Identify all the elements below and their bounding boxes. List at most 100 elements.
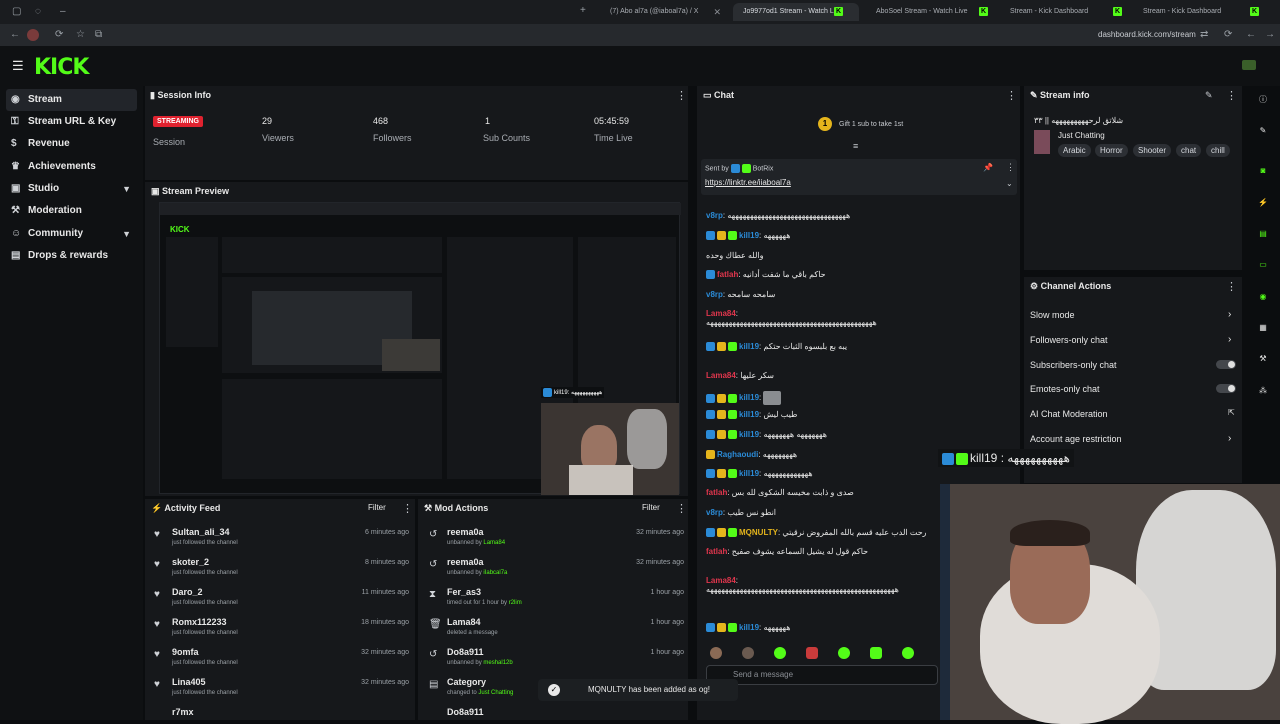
chat-user[interactable]: fatlah xyxy=(717,270,738,279)
mod-by-user[interactable]: r2lim xyxy=(509,600,522,606)
sidebar-item-revenue[interactable]: $ Revenue xyxy=(6,133,137,155)
mod-target-user[interactable]: Fer_as3 xyxy=(447,587,481,597)
mod-by-user[interactable]: iIabcal7a xyxy=(483,570,507,576)
more-options-icon[interactable]: ⋮ xyxy=(402,502,413,515)
mod-target-user[interactable]: Category xyxy=(447,677,486,687)
pinned-link[interactable]: https://linktr.ee/iiaboal7a xyxy=(705,178,791,187)
mod-by-user[interactable]: Lama84 xyxy=(483,540,505,546)
chat-user[interactable]: kill19 xyxy=(739,393,759,402)
layout-icon[interactable]: ▦ xyxy=(1256,321,1270,335)
tag-chip[interactable]: Shooter xyxy=(1133,144,1172,157)
sidebar-item-moderation[interactable]: ⚒ Moderation xyxy=(6,200,137,222)
chat-user[interactable]: kill19 xyxy=(739,469,759,478)
chevron-down-icon[interactable]: ⌄ xyxy=(1006,179,1013,188)
chat-user[interactable]: fatlah xyxy=(706,547,727,556)
extensions-icon[interactable]: ⧉ xyxy=(95,29,102,40)
filter-icon[interactable]: ≡ xyxy=(853,141,858,151)
followers-only-option[interactable]: Followers-only chat xyxy=(1030,335,1108,345)
broadcast-icon[interactable]: ◉ xyxy=(1256,290,1270,304)
mod-target-user[interactable]: Lama84 xyxy=(447,617,481,627)
chat-icon[interactable]: ▭ xyxy=(1256,258,1270,272)
more-options-icon[interactable]: ⋮ xyxy=(1006,162,1015,173)
feed-user[interactable]: 9omfa xyxy=(172,647,199,657)
more-options-icon[interactable]: ⋮ xyxy=(676,89,687,102)
browser-tab-4[interactable]: Stream - Kick Dashboard K xyxy=(1133,3,1263,21)
new-tab-icon[interactable]: + xyxy=(580,5,586,16)
mod-target-user[interactable]: Do8a911 xyxy=(447,707,484,717)
emote-icon[interactable] xyxy=(710,647,722,659)
user-avatar[interactable] xyxy=(1242,60,1256,70)
emote-icon[interactable] xyxy=(742,647,754,659)
chat-user[interactable]: Lama84 xyxy=(706,576,736,585)
feed-user[interactable]: r7mx xyxy=(172,707,194,717)
tag-chip[interactable]: chill xyxy=(1206,144,1230,157)
mod-by-user[interactable]: Just Chatting xyxy=(478,690,513,696)
more-options-icon[interactable]: ⋮ xyxy=(1226,280,1237,293)
tag-chip[interactable]: Arabic xyxy=(1058,144,1091,157)
chat-user[interactable]: kill19 xyxy=(739,342,759,351)
mod-target-user[interactable]: Do8a911 xyxy=(447,647,484,657)
mod-target-user[interactable]: reema0a xyxy=(447,557,484,567)
clipboard-icon[interactable]: ▤ xyxy=(1256,227,1270,241)
chat-input[interactable]: Send a message xyxy=(706,665,938,685)
more-options-icon[interactable]: ⋮ xyxy=(1006,89,1017,102)
chat-user[interactable]: kill19 xyxy=(739,410,759,419)
chat-user[interactable]: Raghaoudi xyxy=(717,450,758,459)
mod-filter-button[interactable]: Filter xyxy=(642,503,660,512)
back-arrow-icon[interactable]: ← xyxy=(1246,29,1256,40)
apps-icon[interactable]: ⁂ xyxy=(1256,384,1270,398)
emote-icon[interactable] xyxy=(902,647,914,659)
chat-user[interactable]: v8rp xyxy=(706,211,723,220)
pinned-user[interactable]: BotRix xyxy=(753,165,774,172)
activity-filter-button[interactable]: Filter xyxy=(368,503,386,512)
emotes-only-toggle[interactable] xyxy=(1216,384,1236,393)
browser-tab-0[interactable]: (7) Abo al7a (@iaboal7a) / X ✕ xyxy=(600,3,725,21)
bookmark-star-icon[interactable]: ☆ xyxy=(76,29,85,40)
chat-user[interactable]: kill19 xyxy=(739,231,759,240)
tag-chip[interactable]: chat xyxy=(1176,144,1202,157)
edit-icon[interactable]: ✎ xyxy=(1205,90,1213,101)
chat-user[interactable]: MQNULTY xyxy=(739,528,778,537)
sidebar-item-stream[interactable]: ◉ Stream xyxy=(6,89,137,111)
minimize-icon[interactable]: – xyxy=(60,6,66,17)
feed-user[interactable]: Sultan_ali_34 xyxy=(172,527,230,537)
sidebar-item-drops[interactable]: ▤ Drops & rewards xyxy=(6,245,137,267)
emote-icon[interactable] xyxy=(838,647,850,659)
url-text[interactable]: dashboard.kick.com/stream xyxy=(1098,30,1196,39)
chat-user[interactable]: fatlah xyxy=(706,488,727,497)
feed-user[interactable]: Romx112233 xyxy=(172,617,227,627)
wrench-icon[interactable]: ⚒ xyxy=(1256,352,1270,366)
ai-chat-moderation-option[interactable]: AI Chat Moderation xyxy=(1030,409,1108,419)
window-icon[interactable]: ▢ xyxy=(12,6,21,17)
external-link-icon[interactable]: ⇱ xyxy=(1228,408,1235,417)
close-icon[interactable]: ✕ xyxy=(713,3,721,21)
mod-target-user[interactable]: reema0a xyxy=(447,527,484,537)
chevron-right-icon[interactable]: › xyxy=(1228,309,1231,320)
emote-icon[interactable] xyxy=(774,647,786,659)
chevron-down-icon[interactable]: ▼ xyxy=(122,223,131,245)
tag-chip[interactable]: Horror xyxy=(1095,144,1128,157)
emote-icon[interactable] xyxy=(870,647,882,659)
gift-icon[interactable]: 1 xyxy=(818,117,832,131)
menu-icon[interactable]: ☰ xyxy=(12,58,24,74)
sidebar-item-studio[interactable]: ▣ Studio ▼ xyxy=(6,178,137,200)
info-icon[interactable]: ⓘ xyxy=(1256,93,1270,107)
gift-banner[interactable]: Gift 1 sub to take 1st xyxy=(839,121,903,128)
chat-user[interactable]: v8rp xyxy=(706,508,723,517)
browser-tab-3[interactable]: Stream - Kick Dashboard K xyxy=(1000,3,1126,21)
chevron-right-icon[interactable]: › xyxy=(1228,334,1231,345)
chat-user[interactable]: Lama84 xyxy=(706,371,736,380)
profile-avatar[interactable] xyxy=(27,29,39,41)
chat-user[interactable]: v8rp xyxy=(706,290,723,299)
subscribers-only-toggle[interactable] xyxy=(1216,360,1236,369)
emote-icon[interactable] xyxy=(806,647,818,659)
kick-logo[interactable]: KICK xyxy=(34,55,89,80)
more-options-icon[interactable]: ⋮ xyxy=(1226,89,1237,102)
pencil-icon[interactable]: ✎ xyxy=(1256,124,1270,138)
chevron-right-icon[interactable]: › xyxy=(1228,433,1231,444)
reload-icon[interactable]: ⟳ xyxy=(55,29,63,40)
slow-mode-option[interactable]: Slow mode xyxy=(1030,310,1075,320)
chevron-down-icon[interactable]: ▼ xyxy=(122,178,131,200)
tab-search-icon[interactable]: ◌ xyxy=(35,6,41,17)
tune-icon[interactable]: ⇄ xyxy=(1200,29,1208,40)
